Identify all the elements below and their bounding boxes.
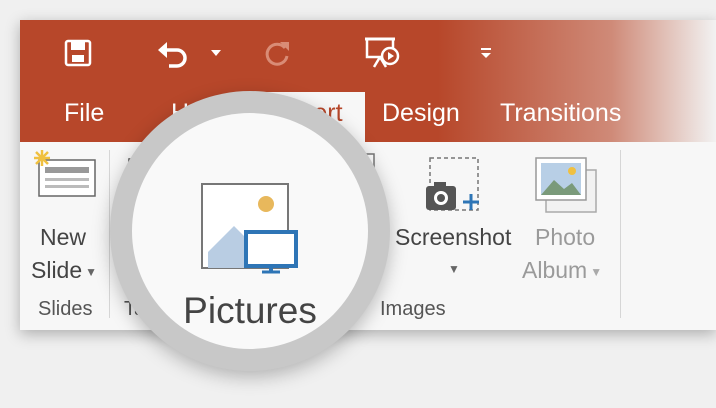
group-divider (620, 150, 621, 318)
start-presentation-icon[interactable] (362, 36, 402, 70)
ribbon-fade-overlay (626, 142, 716, 330)
photo-album-text: Album (522, 257, 588, 283)
undo-icon[interactable] (152, 36, 192, 70)
screenshot-icon[interactable] (424, 156, 484, 221)
pictures-label[interactable]: Pictures (132, 290, 368, 332)
photo-album-icon[interactable] (534, 156, 600, 221)
new-slide-label-line2[interactable]: Slide ▼ (31, 257, 97, 284)
ribbon-tabs: File Home Insert Design Transitions (20, 90, 716, 142)
title-bar (20, 20, 716, 90)
group-label-slides: Slides (38, 298, 93, 320)
undo-dropdown-icon[interactable] (206, 36, 226, 70)
save-icon[interactable] (60, 36, 96, 70)
photo-album-label-line1[interactable]: Photo (535, 224, 595, 251)
tab-design[interactable]: Design (382, 99, 460, 128)
customize-qat-icon[interactable] (476, 36, 496, 70)
screenshot-label[interactable]: Screenshot (395, 224, 511, 251)
tab-transitions[interactable]: Transitions (500, 99, 621, 128)
tab-file[interactable]: File (64, 99, 104, 128)
screenshot-dropdown-icon[interactable]: ▼ (448, 262, 460, 276)
pictures-icon[interactable] (200, 182, 300, 279)
photo-album-label-line2[interactable]: Album ▼ (522, 257, 602, 284)
group-label-images: Images (380, 298, 446, 320)
new-slide-label-line1[interactable]: New (40, 224, 86, 251)
chevron-down-icon: ▼ (590, 264, 603, 279)
redo-icon (260, 36, 296, 70)
new-slide-text: Slide (31, 257, 83, 283)
chevron-down-icon: ▼ (85, 264, 98, 279)
new-slide-icon[interactable] (30, 150, 100, 210)
